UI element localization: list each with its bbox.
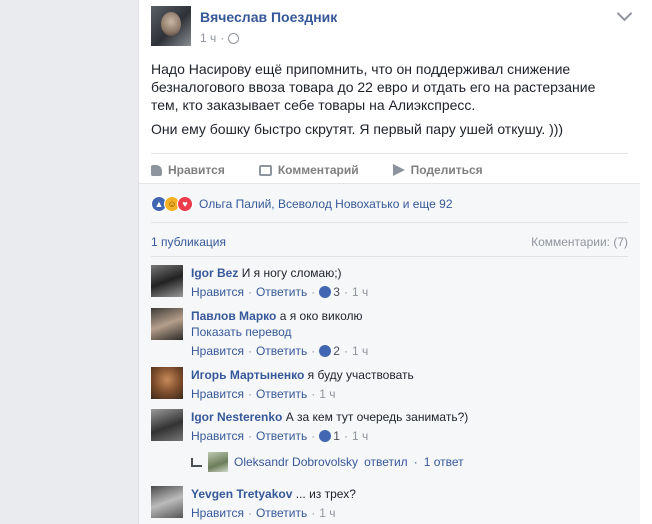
post-timestamp: 1 ч ·	[200, 31, 240, 45]
comment-icon	[258, 164, 272, 176]
globe-icon[interactable]	[228, 32, 240, 44]
comment-body: Павлов Марко а я око виколю Показать пер…	[191, 308, 621, 359]
post-paragraph: Они ему бошку быстро скрутят. Я первый п…	[151, 121, 564, 137]
replier-name[interactable]: Oleksandr Dobrovolsky	[234, 455, 358, 469]
comment-like-link[interactable]: Нравится	[191, 284, 244, 300]
comment-time[interactable]: 1 ч	[319, 386, 335, 402]
comment-meta: Нравится · Ответить · 3 · 1 ч	[191, 284, 369, 300]
comments-count[interactable]: Комментарии: (7)	[531, 235, 628, 249]
shares-link[interactable]: 1 публикация	[151, 235, 226, 249]
post-author-name[interactable]: Вячеслав Поездник	[200, 9, 337, 25]
comment-reply-link[interactable]: Ответить	[256, 505, 307, 521]
dot-separator: ·	[220, 31, 225, 45]
show-translation-link[interactable]: Показать перевод	[191, 324, 621, 340]
comment-text: ... из трех?	[295, 487, 356, 501]
comment-likes[interactable]: 1	[319, 428, 340, 444]
comment-reply-link[interactable]: Ответить	[256, 428, 307, 444]
comment-text: я буду участвовать	[307, 368, 414, 382]
right-edge	[640, 0, 652, 524]
comment-meta: Нравится · Ответить · 2 · 1 ч	[191, 343, 369, 359]
post-body: Надо Насирову ещё припомнить, что он под…	[151, 60, 621, 144]
comment-text: И я ногу сломаю;)	[241, 266, 342, 280]
like-icon	[319, 345, 332, 357]
post-card: Вячеслав Поездник 1 ч · Надо Насирову ещ…	[138, 0, 641, 524]
like-icon	[319, 430, 332, 442]
commenter-name[interactable]: Yevgen Tretyakov	[191, 487, 292, 501]
comment-reply-link[interactable]: Ответить	[256, 386, 307, 402]
share-button[interactable]: Поделиться	[392, 160, 483, 180]
love-icon: ♥	[177, 196, 193, 212]
comment-likes[interactable]: 2	[319, 343, 340, 359]
comment-time[interactable]: 1 ч	[352, 284, 368, 300]
like-label: Нравится	[168, 163, 225, 177]
post-time[interactable]: 1 ч	[200, 31, 216, 45]
commenter-name[interactable]: Павлов Марко	[191, 309, 276, 323]
comment-body: Igor Nesterenko А за кем тут очередь зан…	[191, 409, 621, 444]
comment-label: Комментарий	[277, 163, 359, 177]
commenter-avatar[interactable]	[151, 265, 183, 297]
comment-like-link[interactable]: Нравится	[191, 505, 244, 521]
comment-text: А за кем тут очередь занимать?)	[285, 410, 469, 424]
commenter-name[interactable]: Igor Bez	[191, 266, 238, 280]
reactors-names[interactable]: Ольга Палий, Всеволод Новохатько и еще 9…	[199, 197, 453, 211]
comment-body: Yevgen Tretyakov ... из трех? Нравится · …	[191, 486, 621, 521]
comment-time[interactable]: 1 ч	[352, 343, 368, 359]
commenter-avatar[interactable]	[151, 409, 183, 441]
chevron-down-icon[interactable]	[616, 5, 633, 22]
commenter-name[interactable]: Igor Nesterenko	[191, 410, 282, 424]
comment-button[interactable]: Комментарий	[258, 160, 359, 180]
feedback-section: ▲ ☺ ♥ Ольга Палий, Всеволод Новохатько и…	[139, 183, 640, 524]
author-avatar[interactable]	[151, 6, 191, 46]
like-icon	[319, 286, 332, 298]
comment-like-link[interactable]: Нравится	[191, 343, 244, 359]
thumbs-up-icon	[151, 164, 162, 176]
comment-like-link[interactable]: Нравится	[191, 386, 244, 402]
share-label: Поделиться	[410, 163, 483, 177]
comment-reply-link[interactable]: Ответить	[256, 284, 307, 300]
dot-separator: ·	[413, 455, 418, 469]
comment-meta: Нравится · Ответить · 1 ч	[191, 386, 336, 402]
divider	[151, 222, 628, 223]
divider	[151, 256, 628, 257]
share-icon	[392, 164, 405, 176]
comment-meta: Нравится · Ответить · 1 ч	[191, 505, 336, 521]
comment-text: а я око виколю	[279, 309, 363, 323]
comment-like-link[interactable]: Нравится	[191, 428, 244, 444]
comment-time[interactable]: 1 ч	[319, 505, 335, 521]
replier-avatar	[208, 452, 228, 472]
post-paragraph: Надо Насирову ещё припомнить, что он под…	[151, 61, 596, 113]
comment-meta: Нравится · Ответить · 1 · 1 ч	[191, 428, 369, 444]
divider	[151, 153, 628, 154]
reply-action: ответил	[364, 455, 408, 469]
commenter-avatar[interactable]	[151, 308, 183, 340]
comment-likes[interactable]: 3	[319, 284, 340, 300]
commenter-name[interactable]: Игорь Мартыненко	[191, 368, 304, 382]
comment-reply-link[interactable]: Ответить	[256, 343, 307, 359]
commenter-avatar[interactable]	[151, 486, 183, 518]
reactions-summary[interactable]: ▲ ☺ ♥ Ольга Палий, Всеволод Новохатько и…	[151, 196, 453, 212]
like-count: 3	[333, 285, 340, 299]
like-count: 1	[333, 429, 340, 443]
comment-time[interactable]: 1 ч	[352, 428, 368, 444]
comment-body: Игорь Мартыненко я буду участвовать Нрав…	[191, 367, 621, 402]
like-button[interactable]: Нравится	[151, 160, 225, 180]
like-count: 2	[333, 344, 340, 358]
commenter-avatar[interactable]	[151, 367, 183, 399]
reply-arrow-icon	[191, 457, 202, 467]
comment-body: Igor Bez И я ногу сломаю;) Нравится · Отв…	[191, 265, 621, 300]
reply-count[interactable]: 1 ответ	[424, 455, 464, 469]
post-actions: Нравится Комментарий Поделиться	[151, 160, 517, 180]
replies-summary[interactable]: Oleksandr Dobrovolsky ответил · 1 ответ	[191, 452, 464, 472]
